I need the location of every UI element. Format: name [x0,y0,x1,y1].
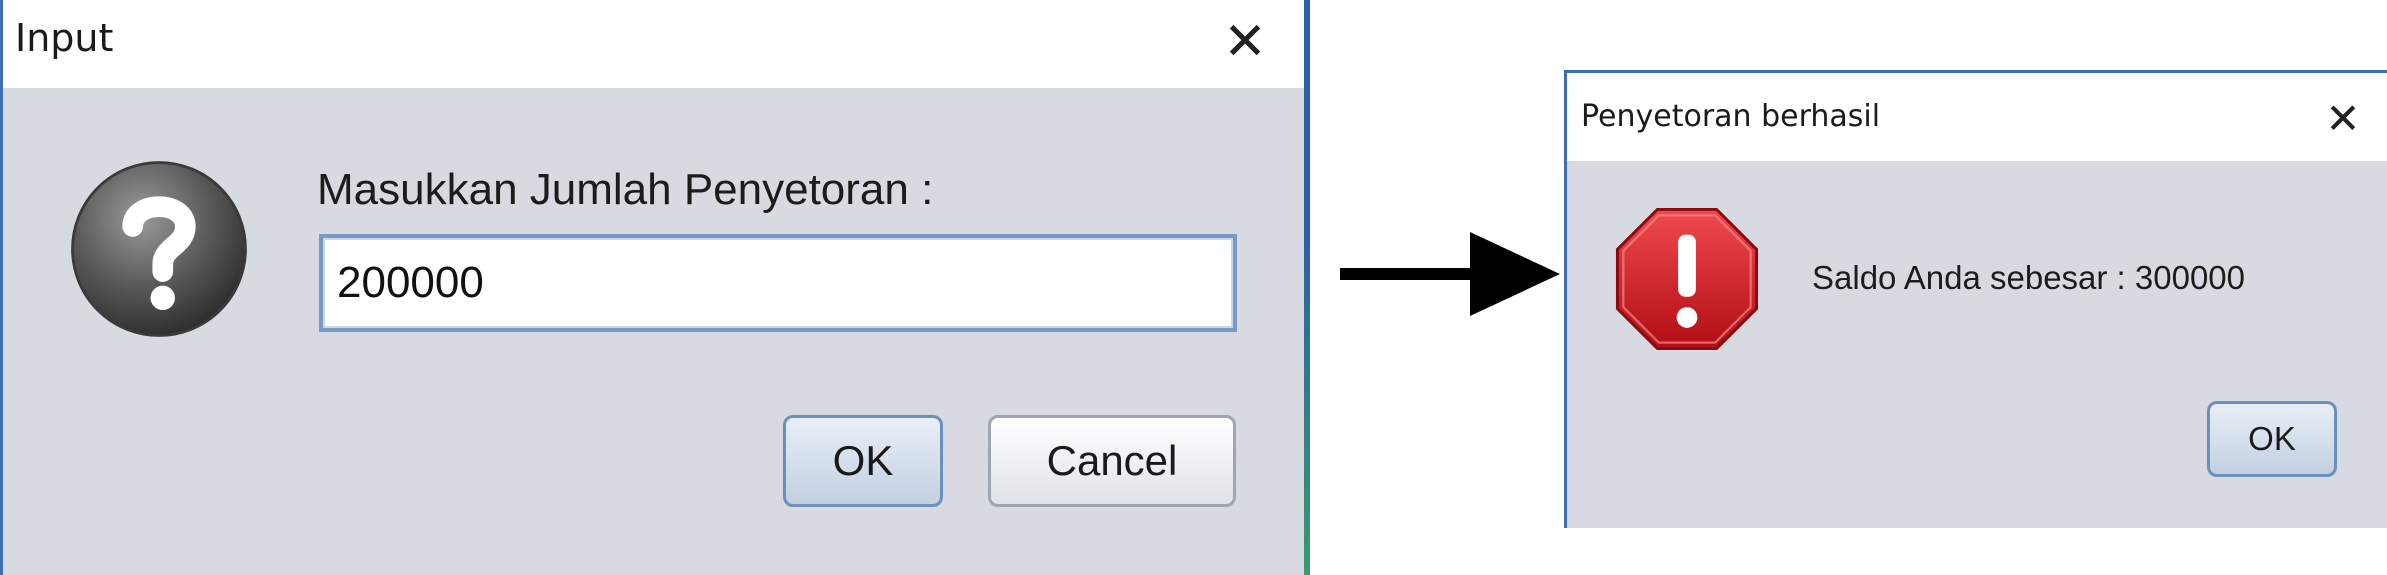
question-icon [71,161,247,337]
balance-message: Saldo Anda sebesar : 300000 [1812,259,2246,296]
result-dialog: Penyetoran berhasil ✕ Saldo Anda sebesar… [1564,70,2387,528]
input-dialog: Input ✕ Masukkan Jumlah Penyetoran : OK … [0,0,1310,575]
result-dialog-title: Penyetoran berhasil [1581,99,1881,134]
result-dialog-titlebar[interactable]: Penyetoran berhasil ✕ [1567,73,2387,161]
right-arrow-icon [1340,232,1560,316]
close-icon[interactable]: ✕ [1215,12,1275,72]
window-edge [1304,0,1310,575]
ok-button[interactable]: OK [2207,401,2337,477]
ok-button[interactable]: OK [783,415,943,507]
input-dialog-titlebar[interactable]: Input ✕ [3,0,1310,88]
deposit-prompt-label: Masukkan Jumlah Penyetoran : [317,165,934,214]
cancel-button[interactable]: Cancel [988,415,1236,507]
close-icon[interactable]: ✕ [2319,95,2367,143]
input-dialog-title: Input [15,16,114,60]
deposit-amount-input[interactable] [337,250,1217,316]
error-stop-icon [1615,207,1759,351]
deposit-amount-field[interactable] [319,234,1237,332]
